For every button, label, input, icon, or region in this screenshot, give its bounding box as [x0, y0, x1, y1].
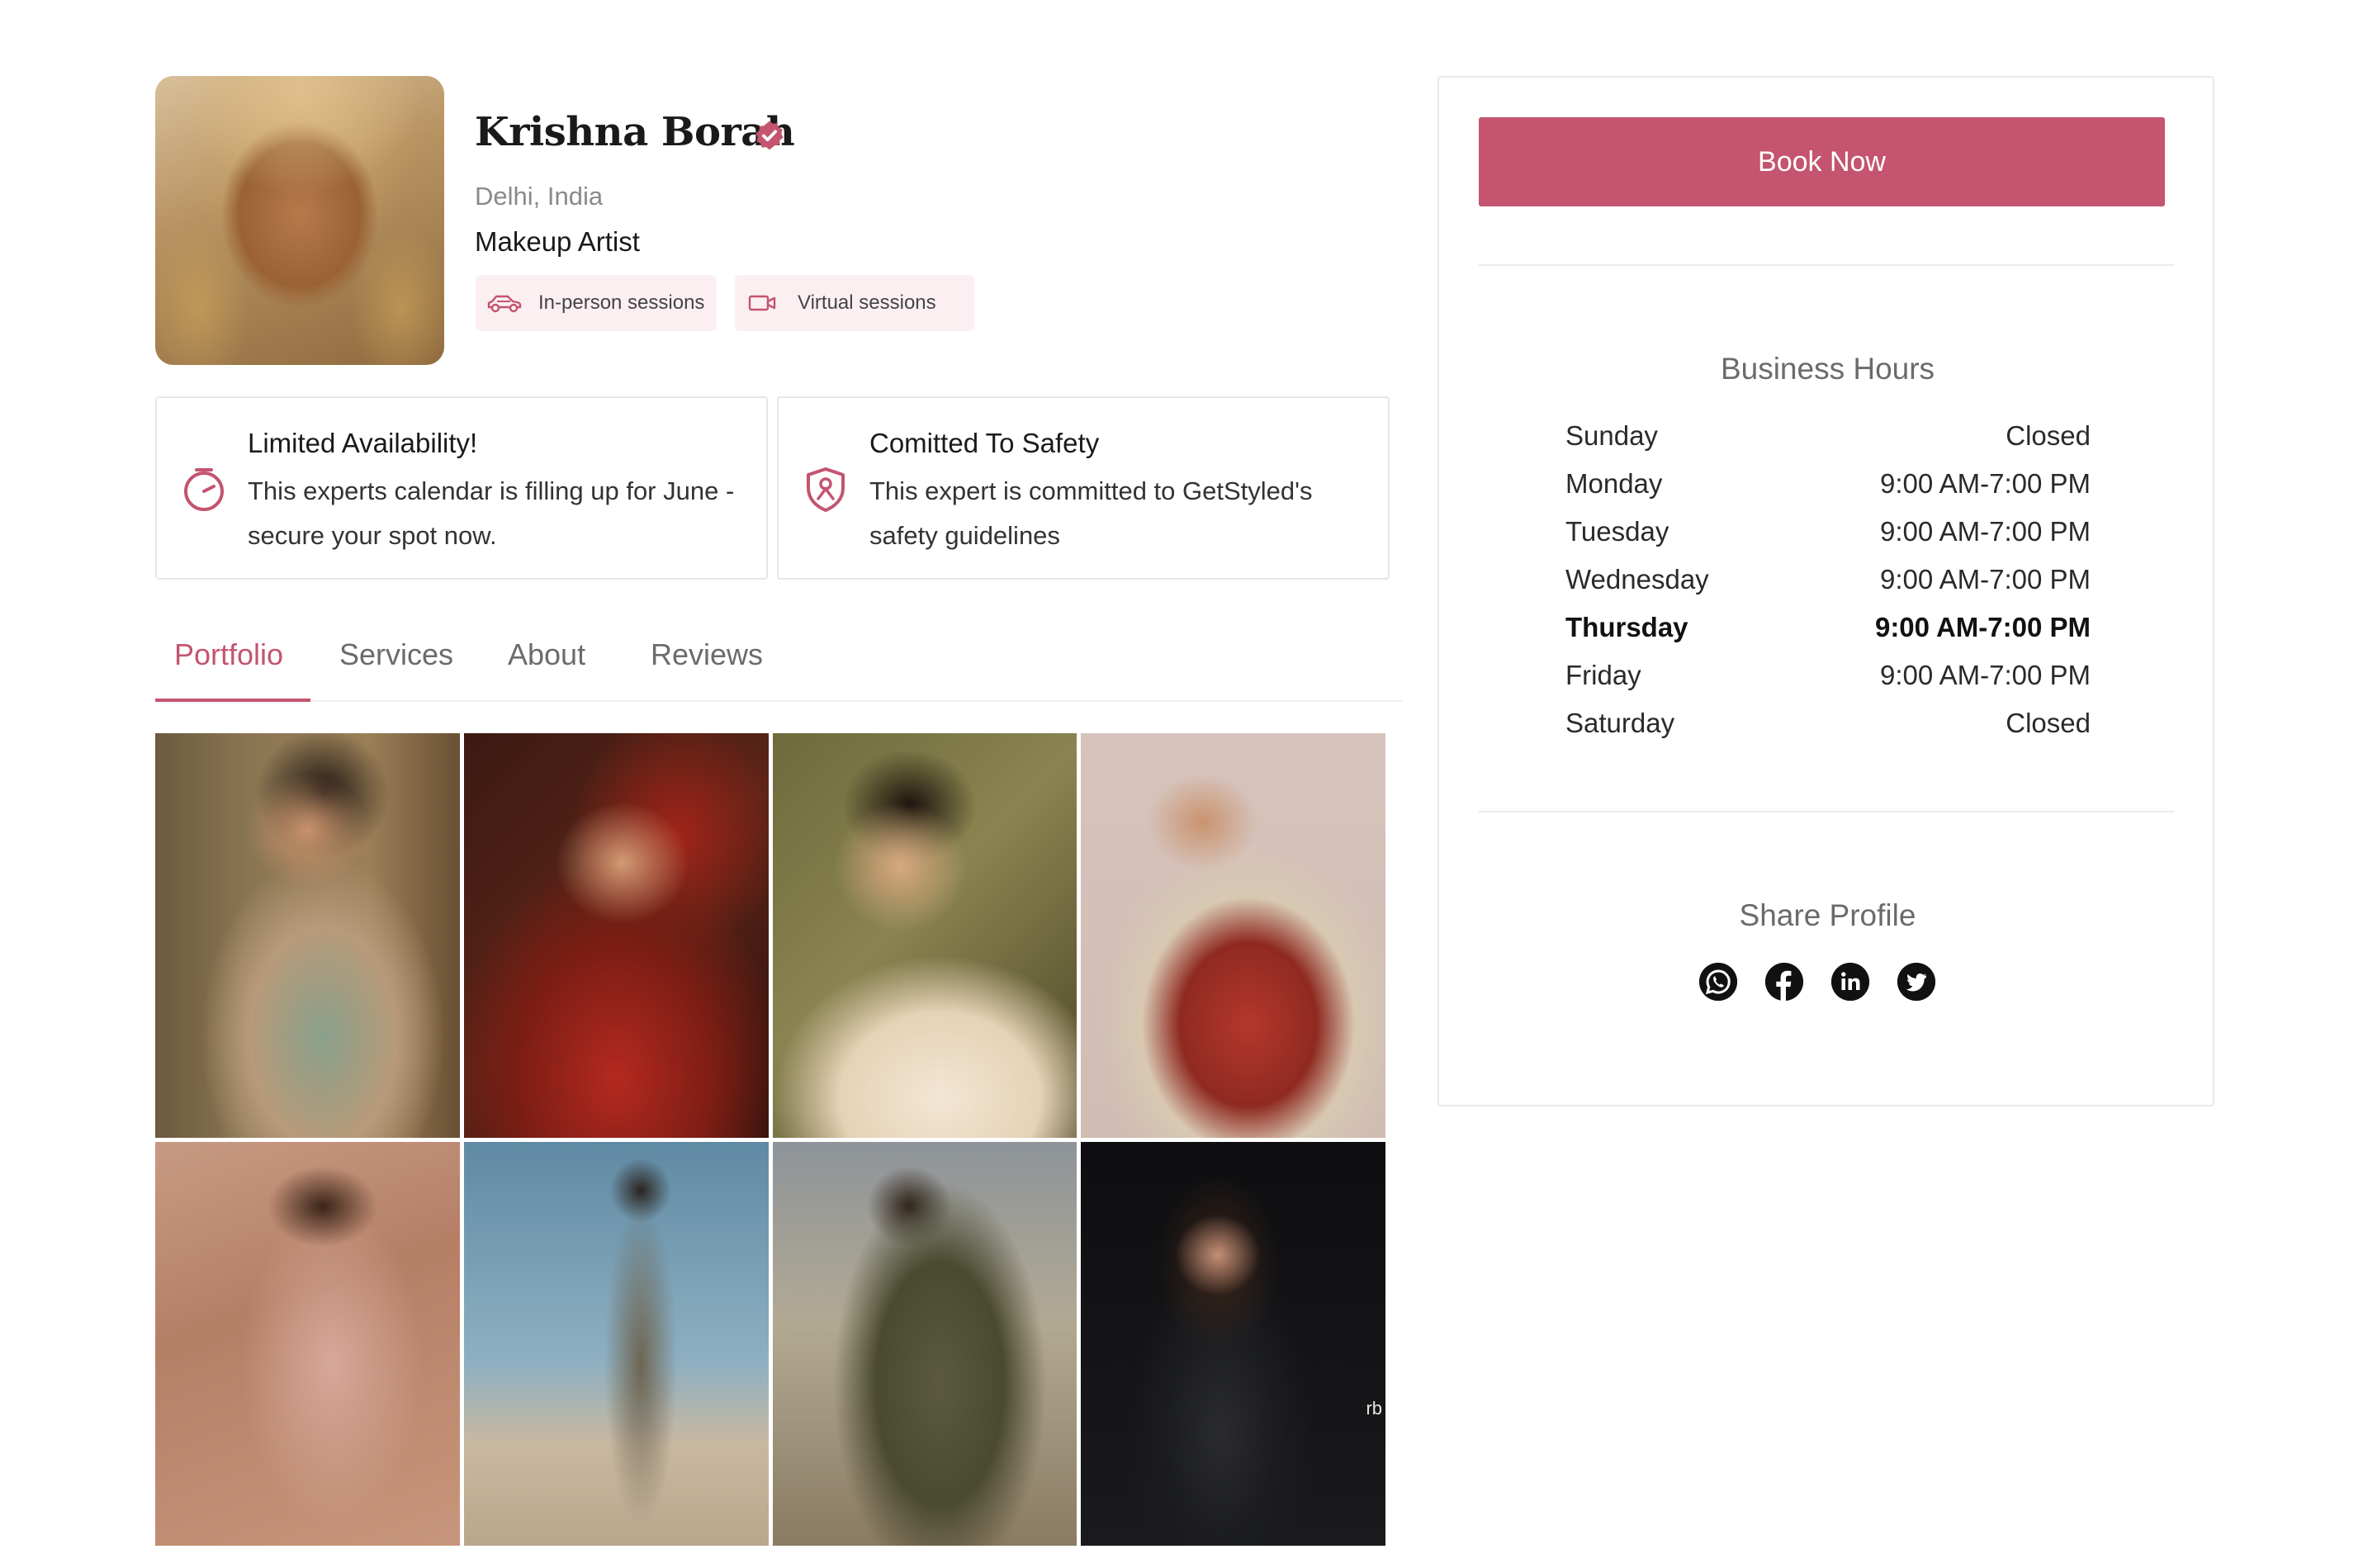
- profile-location: Delhi, India: [475, 182, 604, 211]
- hours-row-saturday: Saturday Closed: [1565, 708, 2091, 756]
- hours-day: Sunday: [1565, 420, 1658, 451]
- book-now-button[interactable]: Book Now: [1479, 117, 2165, 206]
- hours-row-friday: Friday 9:00 AM-7:00 PM: [1565, 660, 2091, 708]
- hours-row-thursday: Thursday 9:00 AM-7:00 PM: [1565, 612, 2091, 660]
- profile-name: Krishna Borah: [475, 109, 795, 155]
- business-hours-title: Business Hours: [1720, 352, 1935, 386]
- availability-text: This experts calendar is filling up for …: [248, 476, 735, 550]
- twitter-icon[interactable]: [1897, 963, 1935, 1001]
- hours-day: Monday: [1565, 468, 1663, 499]
- availability-title: Limited Availability!: [248, 428, 478, 458]
- profile-role: Makeup Artist: [475, 226, 640, 257]
- safety-card: Comitted To Safety This expert is commit…: [777, 396, 1390, 580]
- hours-time: 9:00 AM-7:00 PM: [1880, 468, 2091, 499]
- chip-in-person-sessions: In-person sessions: [476, 275, 717, 331]
- hours-day: Wednesday: [1565, 564, 1709, 595]
- hours-time: Closed: [2006, 708, 2091, 738]
- timer-icon: [184, 468, 224, 511]
- portfolio-photo[interactable]: [772, 1141, 1077, 1546]
- hours-row-sunday: Sunday Closed: [1565, 420, 2091, 468]
- whatsapp-icon[interactable]: [1699, 963, 1737, 1001]
- hours-day: Tuesday: [1565, 516, 1669, 547]
- portfolio-photo[interactable]: [155, 1141, 460, 1546]
- business-hours-list: Sunday Closed Monday 9:00 AM-7:00 PM Tue…: [1565, 420, 2091, 756]
- hours-day: Thursday: [1565, 612, 1688, 642]
- hours-day: Saturday: [1565, 708, 1675, 738]
- portfolio-photo[interactable]: rb: [1081, 1141, 1385, 1546]
- portfolio-photo[interactable]: [463, 1141, 769, 1546]
- profile-tabs: Portfolio Services About Reviews: [155, 628, 1402, 702]
- share-icons: [1699, 963, 1935, 1001]
- tab-about[interactable]: About: [508, 637, 585, 702]
- tab-services[interactable]: Services: [339, 637, 453, 702]
- hours-time: 9:00 AM-7:00 PM: [1880, 564, 2091, 595]
- booking-panel: Book Now Business Hours Sunday Closed Mo…: [1437, 76, 2214, 1106]
- portfolio-photo[interactable]: [1081, 733, 1385, 1138]
- portfolio-gallery: rb: [155, 733, 1385, 1546]
- hours-time: 9:00 AM-7:00 PM: [1874, 612, 2091, 642]
- chip-virtual-label: Virtual sessions: [798, 291, 936, 314]
- divider: [1479, 264, 2174, 266]
- divider: [1479, 811, 2174, 812]
- facebook-icon[interactable]: [1765, 963, 1803, 1001]
- hours-time: 9:00 AM-7:00 PM: [1880, 660, 2091, 690]
- video-camera-icon: [748, 295, 776, 311]
- safety-title: Comitted To Safety: [869, 428, 1100, 458]
- safety-text: This expert is committed to GetStyled's …: [869, 476, 1313, 550]
- tab-reviews[interactable]: Reviews: [651, 637, 763, 702]
- chip-in-person-label: In-person sessions: [538, 291, 705, 314]
- portfolio-photo[interactable]: [463, 733, 769, 1138]
- chip-virtual-sessions: Virtual sessions: [735, 275, 974, 331]
- linkedin-icon[interactable]: [1831, 963, 1869, 1001]
- profile-avatar: [155, 76, 444, 365]
- hours-day: Friday: [1565, 660, 1641, 690]
- portfolio-photo[interactable]: [772, 733, 1077, 1138]
- hours-row-wednesday: Wednesday 9:00 AM-7:00 PM: [1565, 564, 2091, 612]
- car-icon: [487, 295, 522, 313]
- hours-time: 9:00 AM-7:00 PM: [1880, 516, 2091, 547]
- photo-watermark: rb: [1366, 1397, 1382, 1419]
- hours-time: Closed: [2006, 420, 2091, 451]
- hours-row-monday: Monday 9:00 AM-7:00 PM: [1565, 468, 2091, 516]
- portfolio-photo[interactable]: [155, 733, 460, 1138]
- hours-row-tuesday: Tuesday 9:00 AM-7:00 PM: [1565, 516, 2091, 564]
- share-profile-title: Share Profile: [1739, 898, 1916, 932]
- shield-icon: [807, 467, 845, 512]
- tab-portfolio[interactable]: Portfolio: [155, 637, 310, 702]
- limited-availability-card: Limited Availability! This experts calen…: [155, 396, 768, 580]
- verified-badge-icon: [755, 121, 784, 150]
